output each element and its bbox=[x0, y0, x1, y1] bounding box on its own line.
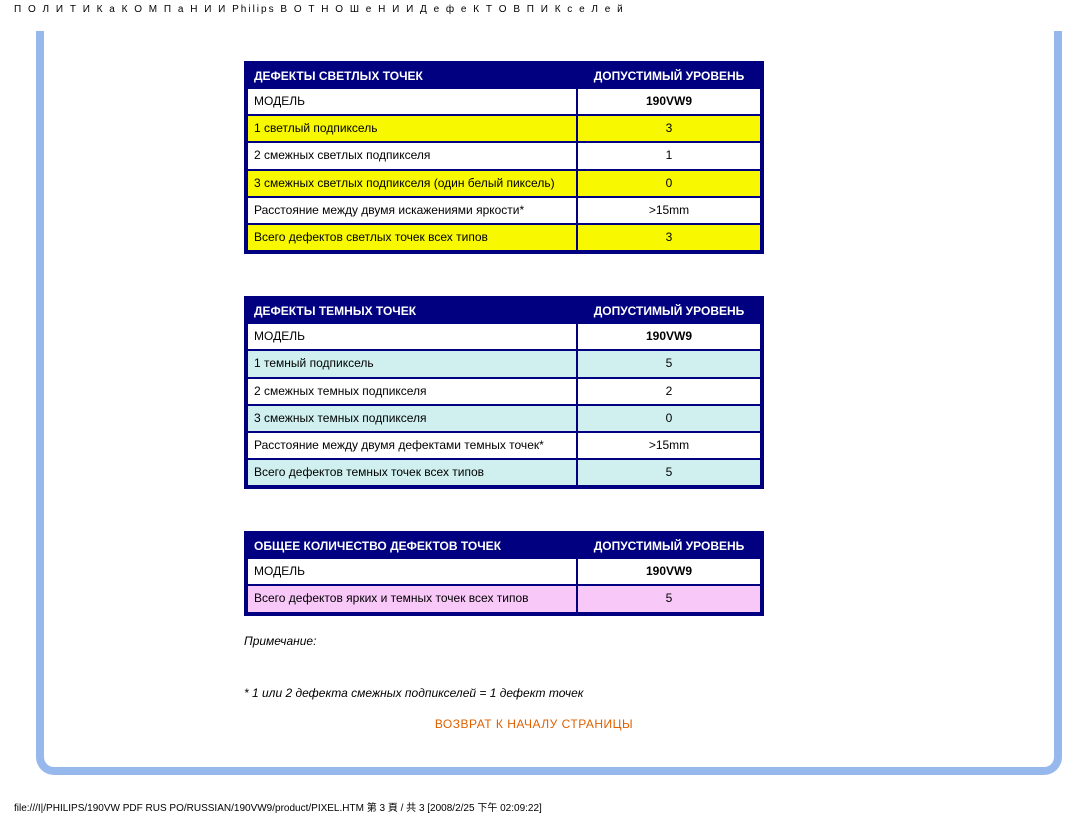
cell-right: 3 bbox=[577, 224, 761, 251]
table-bright-defects: ДЕФЕКТЫ СВЕТЛЫХ ТОЧЕК ДОПУСТИМЫЙ УРОВЕНЬ… bbox=[244, 61, 764, 254]
cell-left: Всего дефектов темных точек всех типов bbox=[247, 459, 577, 486]
table-header-row: ОБЩЕЕ КОЛИЧЕСТВО ДЕФЕКТОВ ТОЧЕК ДОПУСТИМ… bbox=[247, 534, 761, 558]
table-header-left: ДЕФЕКТЫ ТЕМНЫХ ТОЧЕК bbox=[247, 299, 577, 323]
cell-left: Расстояние между двумя искажениями яркос… bbox=[247, 197, 577, 224]
cell-left: 2 смежных темных подпикселя bbox=[247, 378, 577, 405]
table-row: 3 смежных темных подпикселя 0 bbox=[247, 405, 761, 432]
cell-right: >15mm bbox=[577, 432, 761, 459]
table-header-left: ДЕФЕКТЫ СВЕТЛЫХ ТОЧЕК bbox=[247, 64, 577, 88]
cell-right: 2 bbox=[577, 378, 761, 405]
notes-block: Примечание: * 1 или 2 дефекта смежных по… bbox=[244, 628, 1024, 707]
cell-right: 190VW9 bbox=[577, 323, 761, 350]
cell-left: Всего дефектов ярких и темных точек всех… bbox=[247, 585, 577, 612]
cell-right: 190VW9 bbox=[577, 88, 761, 115]
cell-left: Всего дефектов светлых точек всех типов bbox=[247, 224, 577, 251]
table-row: МОДЕЛЬ 190VW9 bbox=[247, 323, 761, 350]
table-row: 3 смежных светлых подпикселя (один белый… bbox=[247, 170, 761, 197]
cell-left: 1 темный подпиксель bbox=[247, 350, 577, 377]
table-row: 2 смежных темных подпикселя 2 bbox=[247, 378, 761, 405]
cell-left: МОДЕЛЬ bbox=[247, 88, 577, 115]
table-header-right: ДОПУСТИМЫЙ УРОВЕНЬ bbox=[577, 299, 761, 323]
cell-right: 190VW9 bbox=[577, 558, 761, 585]
table-row: Расстояние между двумя искажениями яркос… bbox=[247, 197, 761, 224]
cell-left: 3 смежных темных подпикселя bbox=[247, 405, 577, 432]
table-header-row: ДЕФЕКТЫ ТЕМНЫХ ТОЧЕК ДОПУСТИМЫЙ УРОВЕНЬ bbox=[247, 299, 761, 323]
table-row: 2 смежных светлых подпикселя 1 bbox=[247, 142, 761, 169]
table-row: 1 темный подпиксель 5 bbox=[247, 350, 761, 377]
cell-right: 0 bbox=[577, 170, 761, 197]
content-area: ДЕФЕКТЫ СВЕТЛЫХ ТОЧЕК ДОПУСТИМЫЙ УРОВЕНЬ… bbox=[44, 31, 1054, 731]
table-row: МОДЕЛЬ 190VW9 bbox=[247, 88, 761, 115]
table-dark-defects: ДЕФЕКТЫ ТЕМНЫХ ТОЧЕК ДОПУСТИМЫЙ УРОВЕНЬ … bbox=[244, 296, 764, 489]
back-to-top-link[interactable]: ВОЗВРАТ К НАЧАЛУ СТРАНИЦЫ bbox=[244, 717, 1024, 731]
table-row: Всего дефектов темных точек всех типов 5 bbox=[247, 459, 761, 486]
table-header-row: ДЕФЕКТЫ СВЕТЛЫХ ТОЧЕК ДОПУСТИМЫЙ УРОВЕНЬ bbox=[247, 64, 761, 88]
cell-right: 3 bbox=[577, 115, 761, 142]
notes-text: * 1 или 2 дефекта смежных подпикселей = … bbox=[244, 680, 1024, 706]
table-header-right: ДОПУСТИМЫЙ УРОВЕНЬ bbox=[577, 64, 761, 88]
table-header-right: ДОПУСТИМЫЙ УРОВЕНЬ bbox=[577, 534, 761, 558]
notes-heading: Примечание: bbox=[244, 628, 1024, 654]
cell-right: 5 bbox=[577, 350, 761, 377]
cell-left: Расстояние между двумя дефектами темных … bbox=[247, 432, 577, 459]
cell-left: МОДЕЛЬ bbox=[247, 323, 577, 350]
table-row: Всего дефектов ярких и темных точек всех… bbox=[247, 585, 761, 612]
cell-right: 1 bbox=[577, 142, 761, 169]
table-header-left: ОБЩЕЕ КОЛИЧЕСТВО ДЕФЕКТОВ ТОЧЕК bbox=[247, 534, 577, 558]
cell-right: 0 bbox=[577, 405, 761, 432]
cell-left: МОДЕЛЬ bbox=[247, 558, 577, 585]
footer-file-path: file:///I|/PHILIPS/190VW PDF RUS PO/RUSS… bbox=[0, 775, 1080, 820]
cell-left: 1 светлый подпиксель bbox=[247, 115, 577, 142]
table-row: Расстояние между двумя дефектами темных … bbox=[247, 432, 761, 459]
cell-right: 5 bbox=[577, 585, 761, 612]
table-row: МОДЕЛЬ 190VW9 bbox=[247, 558, 761, 585]
cell-left: 3 смежных светлых подпикселя (один белый… bbox=[247, 170, 577, 197]
cell-right: 5 bbox=[577, 459, 761, 486]
cell-right: >15mm bbox=[577, 197, 761, 224]
cell-left: 2 смежных светлых подпикселя bbox=[247, 142, 577, 169]
table-row: 1 светлый подпиксель 3 bbox=[247, 115, 761, 142]
page-header-title: П О Л И Т И К а К О М П а Н И И Philips … bbox=[0, 0, 1080, 19]
content-frame: ДЕФЕКТЫ СВЕТЛЫХ ТОЧЕК ДОПУСТИМЫЙ УРОВЕНЬ… bbox=[36, 31, 1062, 775]
table-total-defects: ОБЩЕЕ КОЛИЧЕСТВО ДЕФЕКТОВ ТОЧЕК ДОПУСТИМ… bbox=[244, 531, 764, 615]
table-row: Всего дефектов светлых точек всех типов … bbox=[247, 224, 761, 251]
